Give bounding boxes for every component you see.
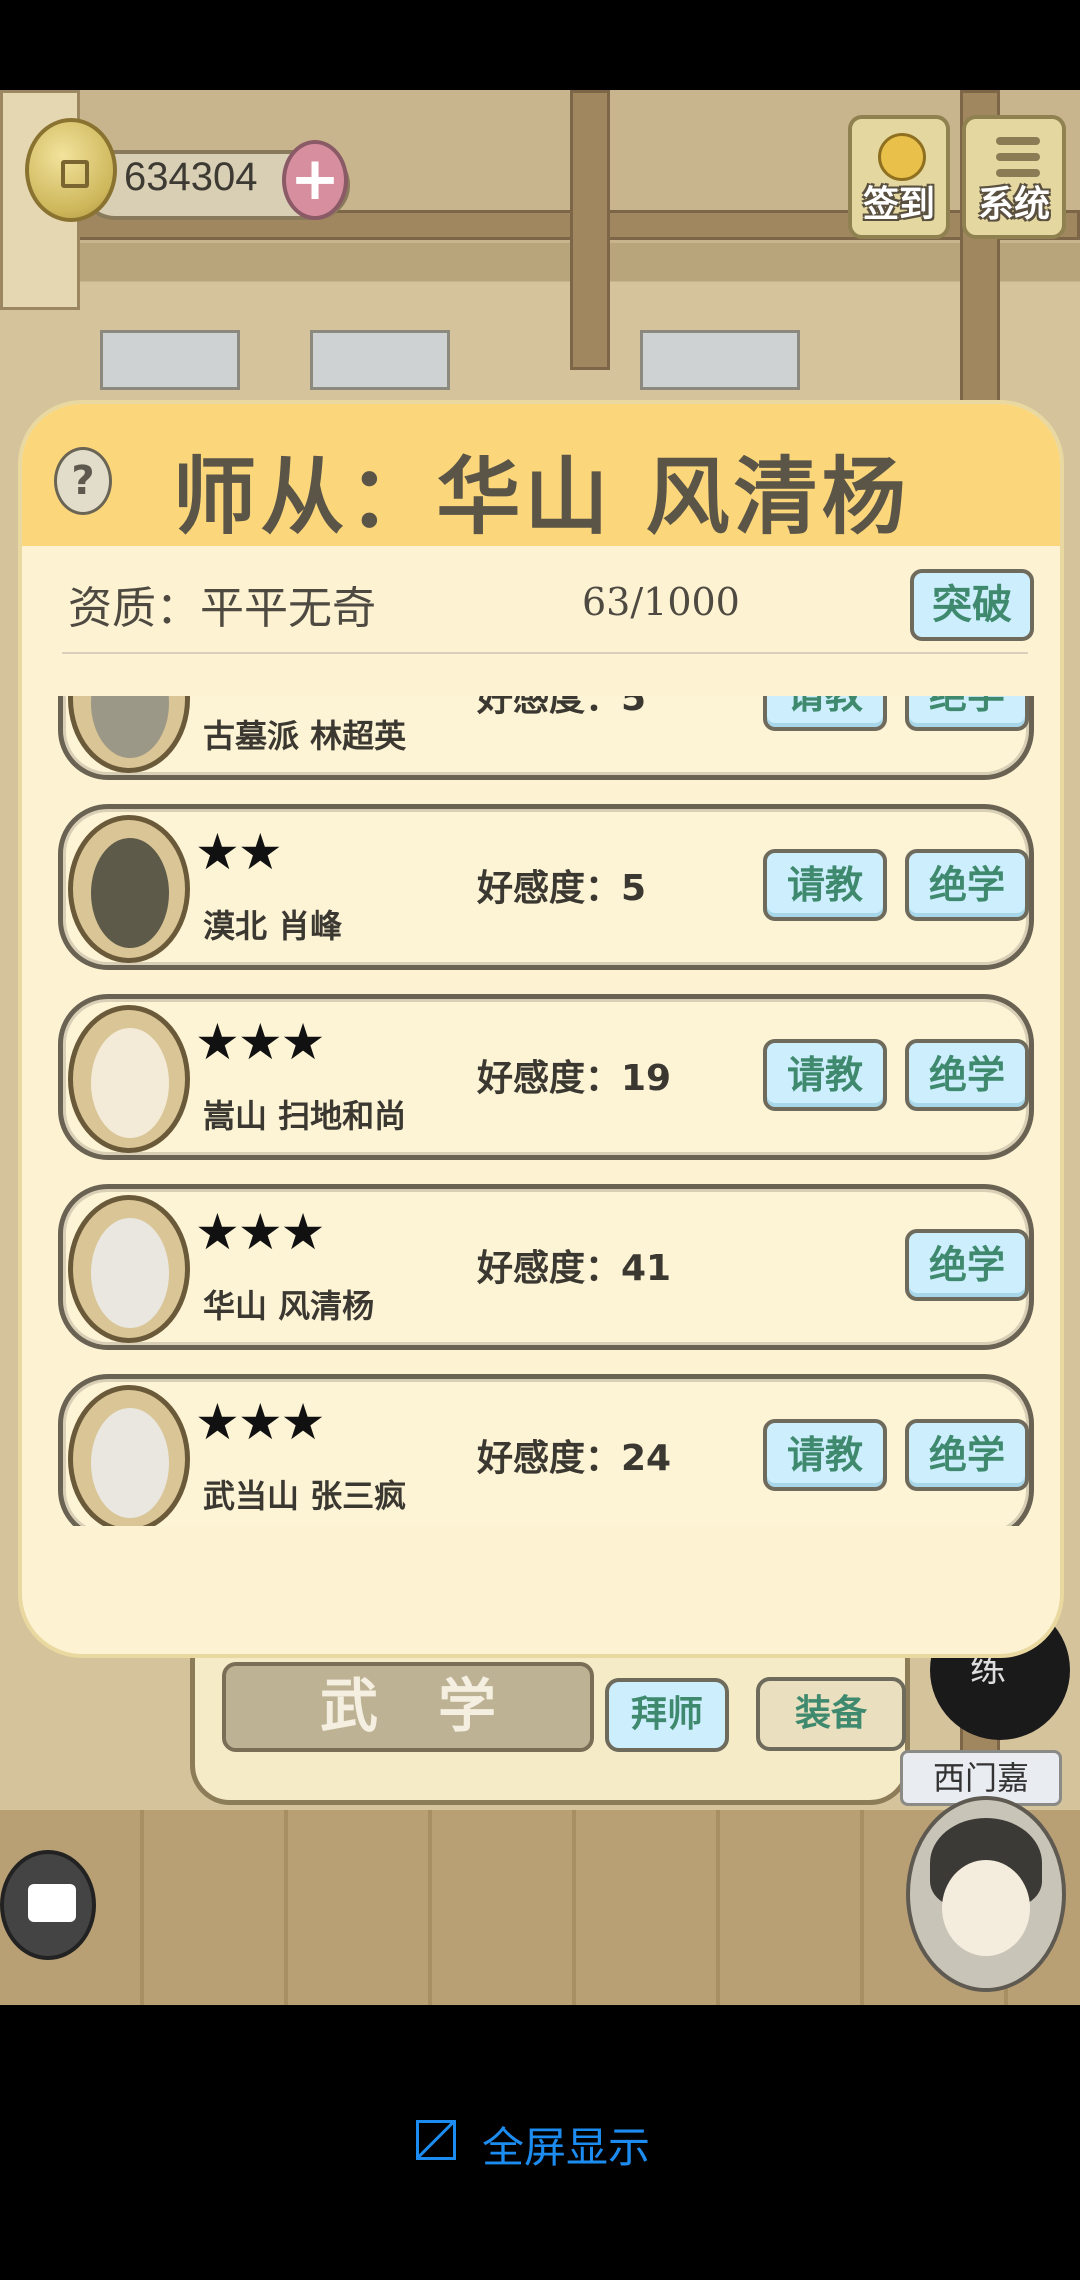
chat-button[interactable] bbox=[0, 1850, 96, 1960]
ask-button[interactable]: 请教 bbox=[763, 1419, 887, 1491]
fullscreen-icon[interactable] bbox=[416, 2120, 456, 2160]
skill-button[interactable]: 绝学 bbox=[905, 849, 1029, 921]
portrait-figure bbox=[91, 696, 169, 758]
master-row: 古墓派 林超英 好感度：5 请教 绝学 bbox=[58, 696, 1034, 780]
star-rating: ★★ bbox=[195, 823, 283, 881]
star-rating: ★★★ bbox=[195, 1203, 325, 1261]
signin-button[interactable]: 签到 bbox=[848, 115, 950, 239]
star-rating: ★★★ bbox=[195, 1393, 325, 1451]
coin-count: 634304 bbox=[124, 155, 258, 199]
skill-button[interactable]: 绝学 bbox=[905, 1039, 1029, 1111]
favor-text: 好感度：5 bbox=[477, 696, 647, 719]
master-portrait bbox=[68, 696, 190, 773]
master-name: 漠北 肖峰 bbox=[203, 907, 343, 945]
master-portrait bbox=[68, 1195, 190, 1343]
aptitude-label: 资质：平平无奇 bbox=[68, 583, 376, 634]
master-name: 武当山 张三疯 bbox=[203, 1477, 407, 1515]
favor-text: 好感度：24 bbox=[477, 1438, 672, 1479]
dialog-title: 师从：华山 风清杨 bbox=[172, 448, 910, 546]
progress-text: 63/1000 bbox=[582, 580, 740, 624]
portrait-figure bbox=[91, 1028, 169, 1138]
npc-face bbox=[942, 1860, 1030, 1956]
coin-icon bbox=[25, 118, 117, 222]
npc-avatar[interactable] bbox=[906, 1796, 1066, 1992]
master-row: ★★★ 嵩山 扫地和尚 好感度：19 请教 绝学 bbox=[58, 994, 1034, 1160]
master-portrait bbox=[68, 1005, 190, 1153]
window bbox=[310, 330, 450, 390]
star-rating: ★★★ bbox=[195, 1013, 325, 1071]
fullscreen-button[interactable]: 全屏显示 bbox=[482, 2114, 650, 2175]
favor-text: 好感度：5 bbox=[477, 868, 647, 909]
master-name: 嵩山 扫地和尚 bbox=[203, 1097, 407, 1135]
window bbox=[640, 330, 800, 390]
coin-bag-icon bbox=[878, 133, 926, 181]
breakthrough-button[interactable]: 突破 bbox=[910, 569, 1034, 641]
master-list[interactable]: 古墓派 林超英 好感度：5 请教 绝学 ★★ 漠北 肖峰 好感度：5 请教 绝学… bbox=[22, 696, 1060, 1526]
portrait-figure bbox=[91, 1408, 169, 1518]
tab-equip[interactable]: 装备 bbox=[756, 1677, 906, 1751]
master-dialog: ? 师从：华山 风清杨 资质：平平无奇 63/1000 突破 古墓派 林超英 好… bbox=[18, 400, 1064, 1658]
pillar bbox=[570, 90, 610, 370]
skill-button[interactable]: 绝学 bbox=[905, 1229, 1029, 1301]
tab-baishi[interactable]: 拜师 bbox=[605, 1678, 729, 1752]
skill-button[interactable]: 绝学 bbox=[905, 696, 1029, 731]
portrait-figure bbox=[91, 838, 169, 948]
signin-label: 签到 bbox=[862, 184, 935, 225]
master-portrait bbox=[68, 815, 190, 963]
ask-button[interactable]: 请教 bbox=[763, 1039, 887, 1111]
portrait-figure bbox=[91, 1218, 169, 1328]
skill-button[interactable]: 绝学 bbox=[905, 1419, 1029, 1491]
favor-text: 好感度：41 bbox=[477, 1248, 672, 1289]
ask-button[interactable]: 请教 bbox=[763, 696, 887, 731]
window bbox=[100, 330, 240, 390]
chat-bubble-icon bbox=[28, 1884, 76, 1922]
master-name: 华山 风清杨 bbox=[203, 1287, 375, 1325]
system-button[interactable]: 系统 bbox=[962, 115, 1066, 239]
master-row: ★★ 漠北 肖峰 好感度：5 请教 绝学 bbox=[58, 804, 1034, 970]
master-row: ★★★ 华山 风清杨 好感度：41 绝学 bbox=[58, 1184, 1034, 1350]
master-row: ★★★ 武当山 张三疯 好感度：24 请教 绝学 bbox=[58, 1374, 1034, 1526]
tab-wuxue[interactable]: 武学 bbox=[222, 1662, 594, 1752]
system-label: 系统 bbox=[977, 184, 1050, 225]
menu-icon bbox=[996, 137, 1040, 145]
divider bbox=[62, 652, 1028, 654]
master-name: 古墓派 林超英 bbox=[203, 717, 407, 755]
ask-button[interactable]: 请教 bbox=[763, 849, 887, 921]
add-coins-button[interactable]: + bbox=[282, 140, 348, 220]
favor-text: 好感度：19 bbox=[477, 1058, 672, 1099]
master-portrait bbox=[68, 1385, 190, 1526]
menu-icon-line bbox=[996, 153, 1040, 161]
